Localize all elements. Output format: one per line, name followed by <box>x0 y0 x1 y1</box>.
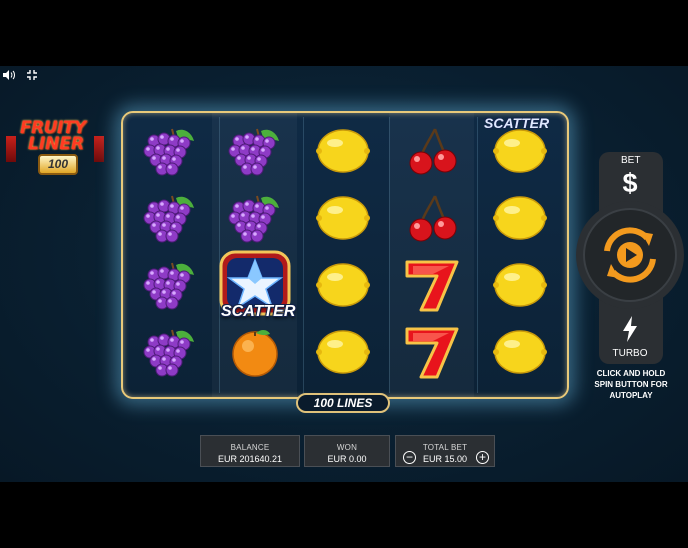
reel-frame: SCATTER SCATTER <box>121 111 569 399</box>
seven-symbol <box>389 251 474 318</box>
grapes-symbol <box>212 184 297 251</box>
increase-bet-button[interactable]: + <box>476 451 489 464</box>
balance-value: EUR 201640.21 <box>217 454 283 464</box>
turbo-label[interactable]: TURBO <box>612 348 648 359</box>
logo-badge: 100 <box>38 154 78 175</box>
lemon-symbol <box>300 117 385 184</box>
won-label: WON <box>336 443 358 452</box>
balance-box: BALANCE EUR 201640.21 <box>200 435 300 467</box>
autoplay-hint: CLICK AND HOLD SPIN BUTTON FOR AUTOPLAY <box>594 369 668 400</box>
lines-badge: 100 LINES <box>296 393 390 413</box>
turbo-lightning-icon[interactable] <box>620 315 640 343</box>
logo-line-2: LINER <box>28 134 85 154</box>
grapes-symbol <box>127 117 212 184</box>
won-box: WON EUR 0.00 <box>304 435 390 467</box>
bet-dollar-icon[interactable]: $ <box>618 168 642 199</box>
grapes-symbol <box>127 318 212 385</box>
won-value: EUR 0.00 <box>327 454 367 464</box>
cherries-symbol <box>389 117 474 184</box>
sound-icon[interactable] <box>2 68 16 80</box>
spin-button[interactable] <box>583 208 677 302</box>
grapes-symbol <box>127 251 212 318</box>
top-toolbar <box>2 68 40 80</box>
lemon-symbol <box>300 318 385 385</box>
cherries-symbol <box>389 184 474 251</box>
seven-symbol <box>389 318 474 385</box>
game-logo: FRUITY LINER 100 <box>6 118 106 182</box>
lemon-symbol <box>300 251 385 318</box>
lemon-symbol <box>477 184 562 251</box>
lemon-symbol <box>477 318 562 385</box>
decrease-bet-button[interactable]: − <box>403 451 416 464</box>
balance-label: BALANCE <box>230 443 270 452</box>
grapes-symbol <box>127 184 212 251</box>
scatter-label: SCATTER <box>221 303 296 320</box>
lemon-symbol <box>300 184 385 251</box>
lemon-symbol <box>477 251 562 318</box>
scatter-partial-label: SCATTER <box>484 115 550 131</box>
orange-symbol <box>212 318 297 385</box>
grapes-symbol <box>212 117 297 184</box>
fullscreen-icon[interactable] <box>26 68 40 80</box>
bet-label[interactable]: BET <box>621 155 640 166</box>
spin-icon <box>604 227 656 283</box>
